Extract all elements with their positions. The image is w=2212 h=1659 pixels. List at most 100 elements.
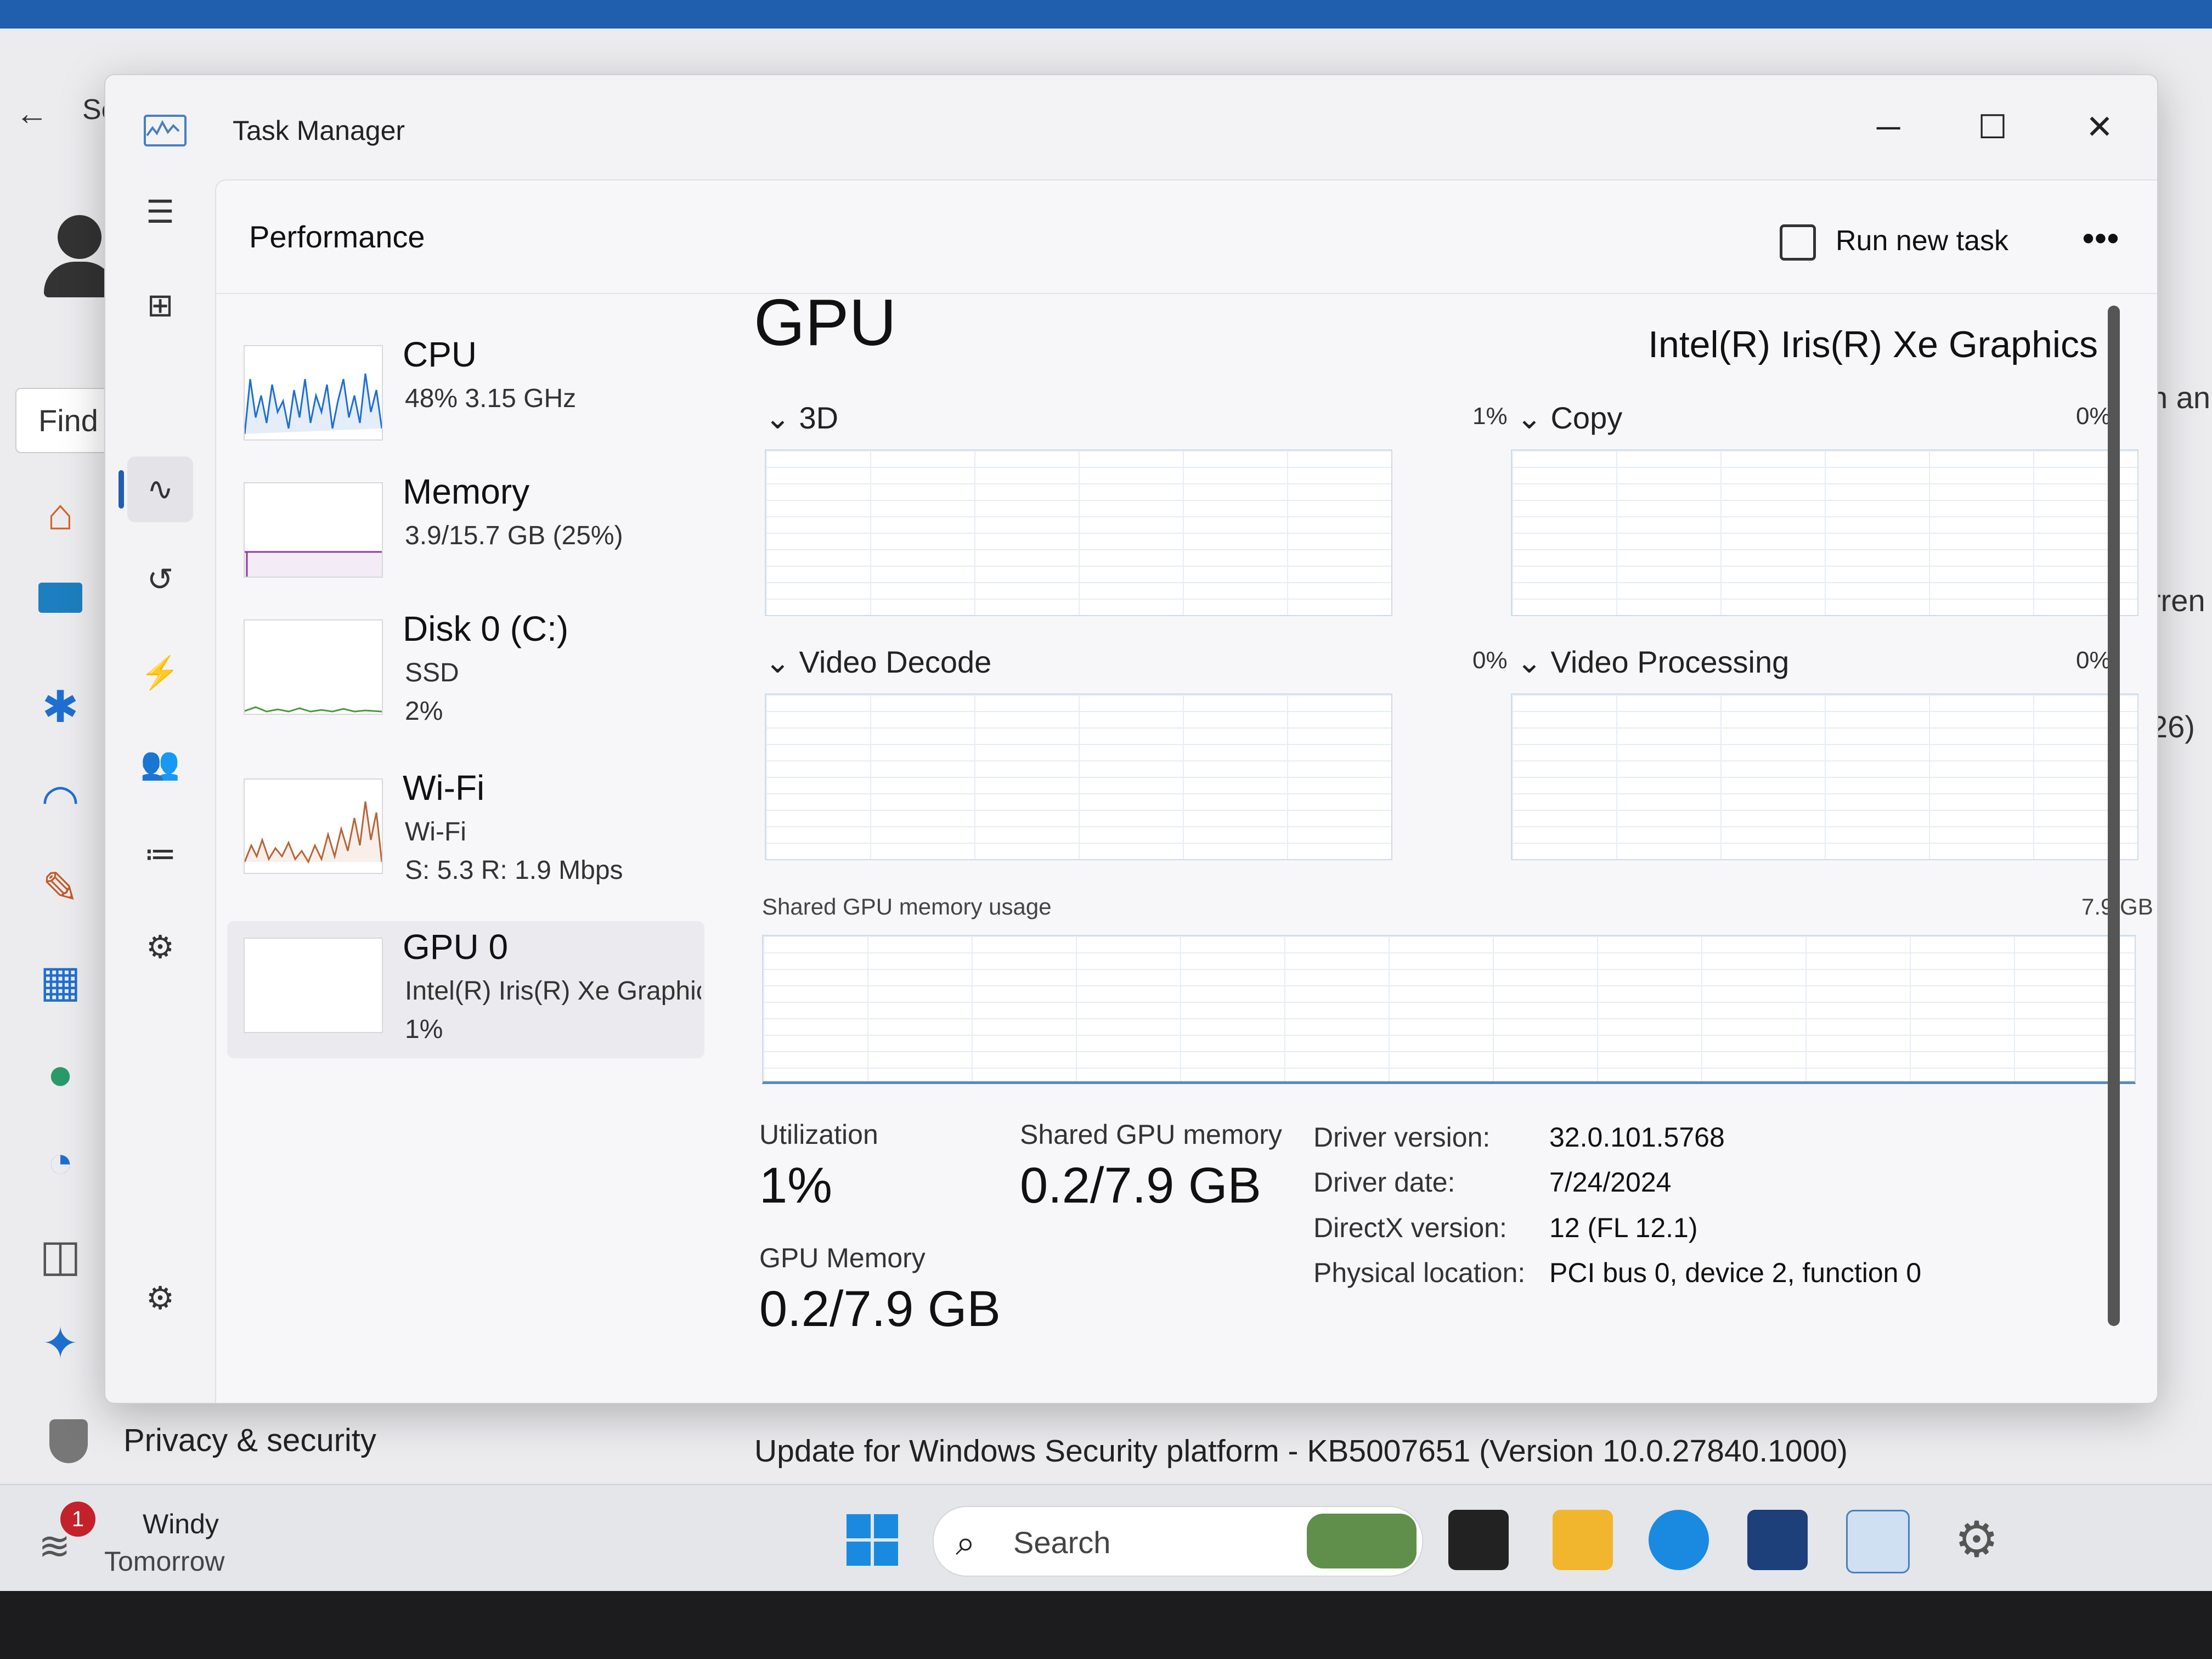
scrollbar[interactable] [2108, 306, 2120, 1326]
services-icon[interactable]: ⚙ [127, 915, 193, 980]
device-sub2: S: 5.3 R: 1.9 Mbps [405, 856, 623, 885]
engine-video-processing-percent: 0% [2076, 647, 2111, 674]
maximize-button[interactable]: ☐ [1949, 97, 2036, 157]
run-task-icon [1780, 224, 1816, 261]
back-arrow-icon[interactable]: ← [15, 94, 48, 132]
device-item-cpu[interactable]: CPU 48% 3.15 GHz [227, 329, 704, 466]
device-name: CPU [403, 335, 477, 374]
notification-badge: 1 [60, 1502, 95, 1537]
bg-right-fragment-2: rren [2151, 583, 2205, 618]
app-history-icon[interactable]: ↺ [127, 547, 193, 613]
shield-icon [49, 1419, 88, 1463]
task-view-icon[interactable] [1448, 1510, 1509, 1570]
weather-subtitle: Tomorrow [104, 1546, 225, 1577]
device-name: Memory [403, 472, 530, 511]
privacy-security-label[interactable]: Privacy & security [123, 1422, 376, 1459]
engine-video-decode-graph [765, 693, 1392, 860]
settings-gear-icon[interactable]: ⚙ [127, 1266, 193, 1331]
gpu-thumbnail-graph [244, 938, 383, 1033]
top-accent-bar [0, 0, 2212, 29]
accounts-icon[interactable]: ● [33, 1049, 88, 1099]
device-item-gpu[interactable]: GPU 0 Intel(R) Iris(R) Xe Graphics 1% [227, 921, 704, 1058]
home-icon[interactable]: ⌂ [33, 489, 88, 540]
hamburger-menu-icon[interactable]: ☰ [127, 179, 193, 245]
cpu-thumbnail-graph [244, 345, 383, 441]
taskbar-search-box[interactable]: ⌕ Search [933, 1506, 1423, 1577]
startup-apps-icon[interactable]: ⚡ [127, 640, 193, 706]
memory-thumbnail-graph [244, 482, 383, 578]
engine-video-decode-selector[interactable]: ⌄ Video Decode [765, 644, 991, 680]
device-sub1: SSD [405, 658, 459, 687]
system-icon[interactable] [33, 583, 88, 613]
search-highlight-image [1307, 1514, 1417, 1568]
apps-icon[interactable]: ▦ [33, 956, 88, 1007]
run-new-task-button[interactable]: Run new task [1780, 211, 2008, 271]
driver-date-label: Driver date: [1313, 1167, 1455, 1198]
wifi-thumbnail-graph [244, 778, 383, 874]
accessibility-icon[interactable]: ✦ [33, 1318, 88, 1369]
header-divider [216, 293, 2157, 294]
device-item-wifi[interactable]: Wi-Fi Wi-Fi S: 5.3 R: 1.9 Mbps [227, 762, 704, 899]
start-button-icon[interactable] [842, 1510, 902, 1570]
engine-3d-percent: 1% [1472, 403, 1508, 430]
window-title: Task Manager [233, 115, 405, 146]
update-text: Update for Windows Security platform - K… [754, 1434, 1848, 1469]
more-options-button[interactable]: ••• [2070, 211, 2131, 271]
driver-version-label: Driver version: [1313, 1122, 1491, 1153]
performance-icon[interactable]: ∿ [127, 456, 193, 522]
engine-copy-percent: 0% [2076, 403, 2111, 430]
physical-location-label: Physical location: [1313, 1257, 1526, 1288]
microsoft-store-icon[interactable] [1747, 1510, 1808, 1570]
shared-memory-usage-label: Shared GPU memory usage [762, 894, 1052, 919]
close-button[interactable]: ✕ [2056, 97, 2143, 157]
task-manager-logo-icon [144, 115, 187, 146]
shared-gpu-memory-label: Shared GPU memory [1020, 1119, 1282, 1150]
minimize-button[interactable]: ─ [1844, 97, 1932, 157]
gpu-memory-label: GPU Memory [759, 1243, 926, 1273]
device-sub1: 48% 3.15 GHz [405, 384, 577, 413]
details-icon[interactable]: ≔ [127, 821, 193, 887]
utilization-value: 1% [759, 1158, 832, 1214]
weather-widget[interactable]: ≋ 1 Windy Tomorrow [33, 1502, 241, 1578]
active-indicator [119, 470, 124, 509]
bg-right-fragment-1: n an [2151, 380, 2210, 415]
edge-browser-icon[interactable] [1649, 1510, 1709, 1570]
device-item-disk[interactable]: Disk 0 (C:) SSD 2% [227, 603, 704, 740]
device-sub2: 2% [405, 697, 443, 726]
device-sub2: 1% [405, 1015, 443, 1044]
network-icon[interactable]: ◠ [33, 775, 88, 826]
processes-icon[interactable]: ⊞ [127, 273, 193, 338]
engine-video-processing-graph [1511, 693, 2138, 860]
bluetooth-icon[interactable]: ✱ [33, 681, 88, 732]
engine-3d-selector[interactable]: ⌄ 3D [765, 400, 838, 436]
device-name: Wi-Fi [403, 768, 485, 808]
title-bar[interactable]: Task Manager ─ ☐ ✕ [105, 75, 2157, 179]
gpu-heading: GPU [754, 286, 897, 359]
task-manager-taskbar-icon[interactable] [1846, 1510, 1910, 1573]
engine-copy-graph [1511, 449, 2138, 616]
personalization-icon[interactable]: ✎ [33, 862, 88, 913]
directx-version-label: DirectX version: [1313, 1212, 1507, 1243]
task-manager-window: Task Manager ─ ☐ ✕ ☰ ⊞ ∿ ↺ ⚡ 👥 ≔ ⚙ ⚙ Per… [104, 74, 2158, 1404]
engine-copy-selector[interactable]: ⌄ Copy [1516, 400, 1622, 436]
gaming-icon[interactable]: ◫ [33, 1230, 88, 1281]
settings-taskbar-icon[interactable]: ⚙ [1946, 1510, 2007, 1570]
engine-video-processing-selector[interactable]: ⌄ Video Processing [1516, 644, 1789, 680]
page-title: Performance [249, 219, 425, 254]
device-sub1: 3.9/15.7 GB (25%) [405, 521, 623, 550]
users-icon[interactable]: 👥 [127, 731, 193, 797]
time-language-icon[interactable]: ◔ [33, 1137, 88, 1187]
engine-video-decode-percent: 0% [1472, 647, 1508, 674]
taskbar: ≋ 1 Windy Tomorrow ⌕ Search ⚙ [0, 1484, 2212, 1591]
device-sub1: Intel(R) Iris(R) Xe Graphics [405, 977, 701, 1006]
device-sub1: Wi-Fi [405, 817, 466, 847]
utilization-label: Utilization [759, 1119, 878, 1150]
file-explorer-icon[interactable] [1553, 1510, 1613, 1570]
device-item-memory[interactable]: Memory 3.9/15.7 GB (25%) [227, 466, 704, 603]
disk-thumbnail-graph [244, 619, 383, 715]
gpu-model-name: Intel(R) Iris(R) Xe Graphics [1648, 324, 2098, 365]
search-placeholder: Search [1013, 1525, 1111, 1560]
directx-version-value: 12 (FL 12.1) [1549, 1212, 1698, 1243]
weather-title: Windy [143, 1509, 219, 1539]
performance-panel: Performance Run new task ••• CPU 48% 3.1… [215, 179, 2157, 1403]
